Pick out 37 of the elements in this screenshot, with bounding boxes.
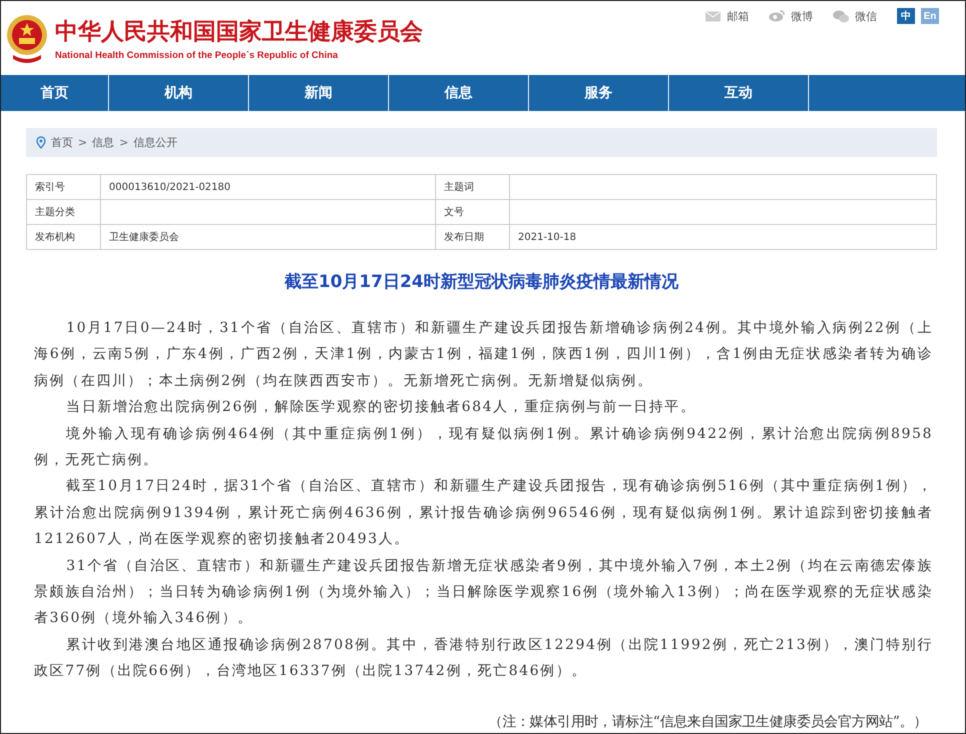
nav-item[interactable]: 新闻 <box>249 75 389 111</box>
article-paragraph: 31个省（自治区、直辖市）和新疆生产建设兵团报告新增无症状感染者9例，其中境外输入7例，本土2例（均在云南德宏傣族景颇族自治州）；当日转为确诊病例1例（为境外输入）；当日解除医学观察16例（境外输入13例）；尚在医学观察的无症状感染者360例（境外输入346例）。 <box>33 556 934 628</box>
table-cell: 发布机构 <box>26 224 100 250</box>
top-link[interactable]: 邮箱 <box>727 8 749 24</box>
table-cell: 主题分类 <box>26 200 100 224</box>
article-paragraph: 当日新增治愈出院病例26例，解除医学观察的密切接触者684人，重症病例与前一日持平。 <box>65 398 697 418</box>
top-link[interactable]: 微信 <box>855 8 877 24</box>
table-cell: 文号 <box>436 200 510 224</box>
site-title: 中华人民共和国国家卫生健康委员会 <box>55 18 423 46</box>
article-paragraph: 累计收到港澳台地区通报确诊病例28708例。其中，香港特别行政区12294例（出院11992例，死亡213例），澳门特别行政区77例（出院66例），台湾地区16337例（出院13742例，死亡846例）。 <box>33 636 934 682</box>
table-cell: 2021-10-18 <box>510 224 936 250</box>
article-paragraph: 10月17日0—24时，31个省（自治区、直辖市）和新疆生产建设兵团报告新增确诊病例24例。其中境外输入病例22例（上海6例，云南5例，广东4例，广西2例，天津1例，内蒙古1例，福建1例，陕西1例，四川1例），含1例由无症状感染者转为确诊病例（在四川）；本土病例2例（均在陕西西安市）。无新增死亡病例。无新增疑似病例。 <box>33 319 934 391</box>
breadcrumb-link[interactable]: 信息公开 <box>133 135 178 150</box>
table-cell: 主题词 <box>436 174 510 200</box>
breadcrumb-separator: > <box>78 136 88 149</box>
article-paragraph: 截至10月17日24时，据31个省（自治区、直辖市）和新疆生产建设兵团报告，现有确诊病例516例（其中重症病例1例），累计治愈出院病例91394例，累计死亡病例4636例，累计报告确诊病例96546例，现有疑似病例1例。累计追踪到密切接触者1212607人，尚在医学观察的密切接触者20493人。 <box>33 477 934 550</box>
mail-icon <box>705 10 721 22</box>
breadcrumb-link[interactable]: 信息 <box>92 135 114 150</box>
nav-item[interactable]: 服务 <box>529 75 669 111</box>
site-subtitle: National Health Commission of the People´s Republic of China <box>55 50 339 60</box>
nav-item[interactable]: 首页 <box>1 75 109 111</box>
table-cell: 发布日期 <box>436 224 510 250</box>
citation-note: （注：媒体引用时，请标注“信息来自国家卫生健康委员会官方网站”。） <box>488 712 927 731</box>
chat-icon <box>833 10 849 22</box>
location-pin-icon <box>36 136 46 149</box>
nav-item[interactable]: 互动 <box>669 75 809 111</box>
language-button[interactable]: 中 <box>897 8 915 24</box>
table-cell: 卫生健康委员会 <box>100 224 436 250</box>
top-link[interactable]: 微博 <box>791 8 813 24</box>
nav-item[interactable]: 机构 <box>109 75 249 111</box>
table-cell: 索引号 <box>26 174 100 200</box>
article-paragraph: 境外输入现有确诊病例464例（其中重症病例1例），现有疑似病例1例。累计确诊病例9422例，累计治愈出院病例8958例，无死亡病例。 <box>33 424 934 470</box>
breadcrumb-separator: > <box>119 136 128 149</box>
breadcrumb-link[interactable]: 首页 <box>51 135 73 150</box>
table-cell: 000013610/2021-02180 <box>100 174 436 200</box>
nav-item[interactable]: 信息 <box>389 75 529 111</box>
article-title: 截至10月17日24时新型冠状病毒肺炎疫情最新情况 <box>283 271 680 293</box>
